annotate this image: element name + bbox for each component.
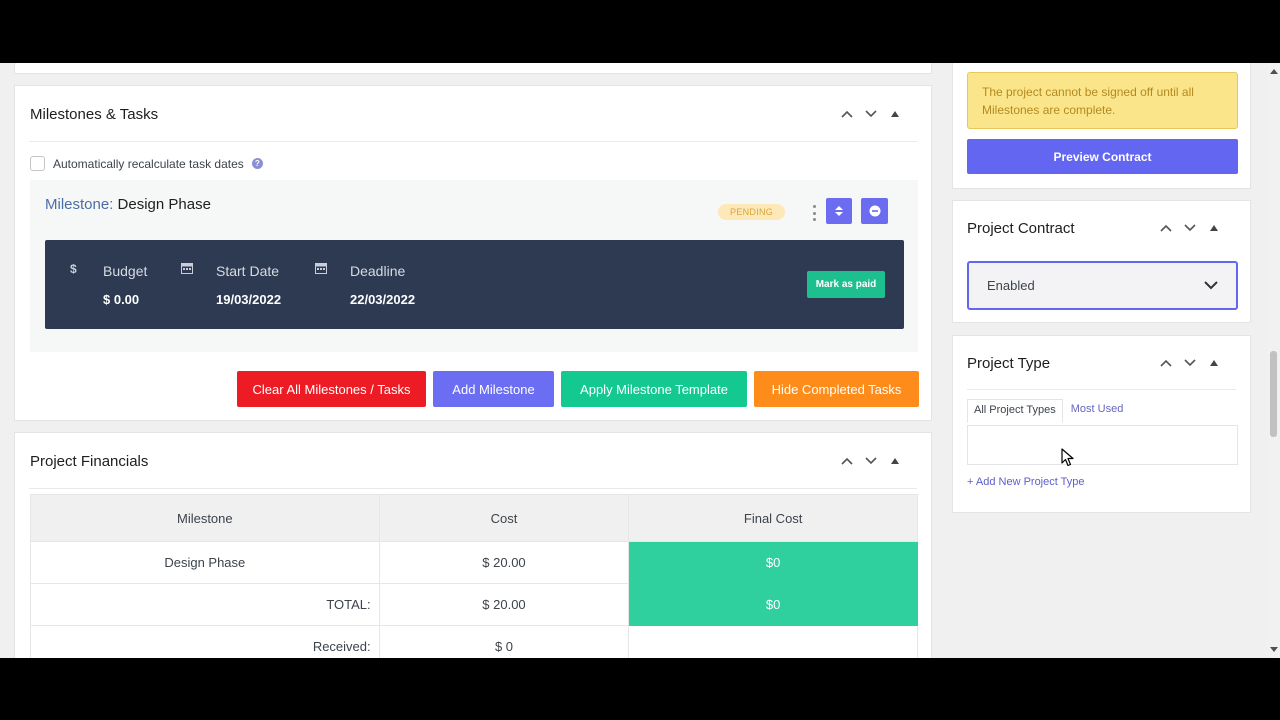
minus-circle-icon [869,205,880,217]
tab-most-used[interactable]: Most Used [1063,399,1130,423]
milestone-info-bar: $ Budget $ 0.00 Start Date 19/03/2022 De… [45,240,904,329]
start-date-value: 19/03/2022 [216,292,282,307]
page-scrollbar[interactable] [1267,63,1280,658]
contract-panel: Project Contract Enabled [952,200,1251,323]
collapse-milestone-button[interactable] [861,198,888,224]
collapse-toggle-icon[interactable] [1207,221,1221,235]
deadline-label: Deadline [350,263,406,279]
contract-select[interactable]: Enabled [967,261,1238,310]
move-down-icon[interactable] [864,107,878,121]
financials-panel: Project Financials Milestone Cost Final … [14,432,932,658]
move-down-icon[interactable] [1183,356,1197,370]
budget-label: Budget [103,263,148,279]
table-row: TOTAL: $ 20.00 $0 [30,583,918,626]
project-type-list [967,425,1238,465]
start-date-label: Start Date [216,263,280,279]
scroll-down-icon[interactable] [1270,647,1278,652]
financials-panel-controls [840,454,902,468]
financials-table: Milestone Cost Final Cost Design Phase $… [30,494,918,658]
milestones-panel-title: Milestones & Tasks [30,106,159,123]
milestone-name[interactable]: Design Phase [118,196,211,213]
project-type-panel-controls [1159,356,1221,370]
signoff-warning: The project cannot be signed off until a… [967,72,1238,129]
tab-all-project-types[interactable]: All Project Types [967,399,1063,423]
chevron-down-icon [1204,281,1218,290]
milestones-panel-controls [840,107,902,121]
total-label-cell: TOTAL: [30,583,380,626]
auto-recalc-row: Automatically recalculate task dates ? [30,156,263,171]
apply-milestone-template-button[interactable]: Apply Milestone Template [561,371,747,407]
help-icon[interactable]: ? [251,158,263,169]
project-type-panel-title: Project Type [967,355,1051,372]
divider [967,389,1236,390]
table-row: Received: $ 0 [30,625,918,658]
collapse-toggle-icon[interactable] [888,454,902,468]
scrollbar-thumb[interactable] [1270,351,1277,437]
move-down-icon[interactable] [1183,221,1197,235]
collapse-toggle-icon[interactable] [1207,356,1221,370]
sort-icon [835,206,843,216]
previous-panel-edge [14,63,932,74]
deadline-value: 22/03/2022 [350,292,416,307]
table-row: Design Phase $ 20.00 $0 [30,541,918,584]
financials-panel-title: Project Financials [30,453,149,470]
contract-panel-title: Project Contract [967,220,1075,237]
table-header-row: Milestone Cost Final Cost [30,494,918,542]
project-type-tabs: All Project Types Most Used [967,399,1129,423]
auto-recalc-checkbox[interactable] [30,156,45,171]
hide-completed-tasks-button[interactable]: Hide Completed Tasks [754,371,919,407]
milestone-card: Milestone: Design Phase PENDING $ Budget… [30,180,918,352]
final-cost-cell: $0 [628,583,918,626]
preview-contract-button[interactable]: Preview Contract [967,139,1238,174]
column-header: Milestone [30,494,380,542]
mark-as-paid-button[interactable]: Mark as paid [807,271,885,298]
calendar-icon [181,262,193,277]
dollar-icon: $ [70,262,77,276]
milestone-title: Milestone: Design Phase [45,196,211,213]
move-up-icon[interactable] [1159,221,1173,235]
cost-cell: $ 0 [378,625,630,658]
collapse-toggle-icon[interactable] [888,107,902,121]
contract-panel-controls [1159,221,1221,235]
final-cost-cell [628,625,918,658]
cost-cell: $ 20.00 [378,541,630,584]
scroll-up-icon[interactable] [1270,69,1278,74]
more-options-icon[interactable] [811,205,817,221]
received-label-cell: Received: [30,625,380,658]
move-up-icon[interactable] [840,107,854,121]
column-header: Final Cost [628,494,918,542]
auto-recalc-label: Automatically recalculate task dates [53,156,244,171]
cost-cell: $ 20.00 [378,583,630,626]
move-down-icon[interactable] [864,454,878,468]
move-up-icon[interactable] [840,454,854,468]
status-badge: PENDING [718,204,786,220]
milestone-prefix: Milestone: [45,196,114,213]
add-new-project-type-link[interactable]: + Add New Project Type [967,476,1085,488]
divider [29,488,917,489]
project-type-panel: Project Type All Project Types Most Used… [952,335,1251,513]
divider [29,141,917,142]
move-up-icon[interactable] [1159,356,1173,370]
column-header: Cost [378,494,630,542]
budget-value: $ 0.00 [103,292,140,307]
milestone-cell: Design Phase [30,541,380,584]
contract-select-value: Enabled [987,278,1035,293]
calendar-icon [315,262,327,277]
final-cost-cell: $0 [628,541,918,584]
signoff-panel: The project cannot be signed off until a… [952,63,1251,189]
reorder-button[interactable] [826,198,852,224]
add-milestone-button[interactable]: Add Milestone [433,371,554,407]
page-viewport: Milestones & Tasks Automatically recalcu… [0,63,1280,658]
mouse-cursor-icon [1061,448,1074,467]
clear-all-milestones-button[interactable]: Clear All Milestones / Tasks [237,371,426,407]
milestones-panel: Milestones & Tasks Automatically recalcu… [14,85,932,421]
